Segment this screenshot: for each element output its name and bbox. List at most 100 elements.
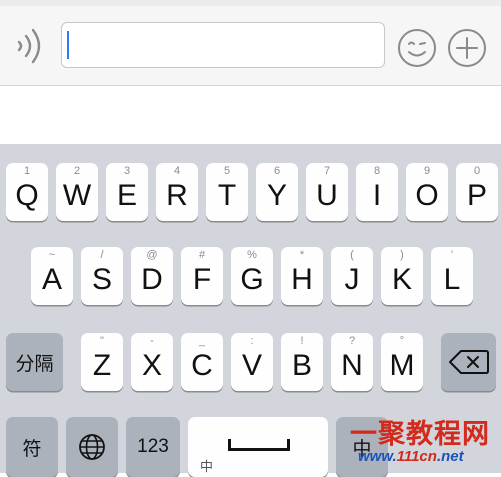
plus-circle-icon[interactable] [446,27,488,69]
key-z[interactable]: " Z [81,333,123,391]
globe-icon [79,434,105,460]
space-key[interactable]: 中 [188,417,328,477]
key-hint: ° [399,335,405,347]
key-j[interactable]: (J [331,247,373,305]
chinese-switch-key[interactable]: 中 [336,417,388,477]
key-i[interactable]: 8I [356,163,398,221]
key-g[interactable]: % G [231,247,273,305]
key-e[interactable]: 3E [106,163,148,221]
key-label: J [344,263,360,296]
key-n[interactable]: ? N [331,333,373,391]
key-label: R [166,179,188,212]
key-hint: 2 [73,165,81,177]
globe-key[interactable] [66,417,118,477]
smiley-wink-icon[interactable] [396,27,438,69]
backspace-icon [448,350,489,374]
key-u[interactable]: 7U [306,163,348,221]
key-label: O [415,179,439,212]
key-y[interactable]: 6Y [256,163,298,221]
key-label: Z [92,349,112,382]
key-hint: / [100,249,104,261]
message-input[interactable] [61,22,385,68]
key-h[interactable]: * H [281,247,323,305]
key-k[interactable]: ) K [381,247,423,305]
key-label: M [389,349,415,382]
key-label: 123 [137,436,169,457]
key-label: W [62,179,92,212]
message-area [0,86,501,144]
key-hint: 5 [223,165,231,177]
key-m[interactable]: ° M [381,333,423,391]
key-label: L [443,263,461,296]
key-label: A [41,263,62,296]
key-o[interactable]: 9O [406,163,448,221]
key-label: G [240,263,264,296]
backspace-key[interactable] [441,333,496,391]
separator-key[interactable]: 分隔 [6,333,63,391]
key-label: K [391,263,412,296]
key-hint: 9 [423,165,431,177]
key-hint: 6 [273,165,281,177]
key-label: 符 [22,438,42,460]
key-c[interactable]: _ C [181,333,223,391]
key-label: N [341,349,363,382]
key-v[interactable]: :V [231,333,273,391]
key-p[interactable]: 0P [456,163,498,221]
key-label: Q [15,179,39,212]
key-hint: 0 [473,165,481,177]
key-label: V [241,349,262,382]
key-hint: _ [198,335,206,347]
key-label: 中 [352,438,372,460]
key-a[interactable]: ~ A [31,247,73,305]
key-label: C [191,349,213,382]
key-hint: 8 [373,165,381,177]
key-label: X [141,349,162,382]
key-hint: % [247,249,257,261]
key-s[interactable]: / S [81,247,123,305]
key-hint: ~ [48,249,56,261]
keyboard: 1Q 2W 3E 4R 5T 6Y 7U 8I 9O 0P ~ A / S @ D #… [0,144,501,477]
key-label: Y [266,179,287,212]
key-label: 分隔 [15,353,54,375]
input-bar [0,0,501,86]
key-hint: 7 [323,165,331,177]
key-d[interactable]: @ D [131,247,173,305]
key-hint: 1 [23,165,31,177]
key-hint: 4 [173,165,181,177]
key-hint: ? [348,335,356,347]
key-hint: " [100,335,104,347]
key-q[interactable]: 1Q [6,163,48,221]
space-bar-icon [228,439,290,451]
key-label: B [291,349,312,382]
key-label: F [192,263,212,296]
space-sub-label: 中 [200,459,214,474]
key-label: I [372,179,382,212]
key-hint: - [150,335,154,347]
key-label: E [116,179,137,212]
key-f[interactable]: # F [181,247,223,305]
key-l[interactable]: ' L [431,247,473,305]
key-r[interactable]: 4R [156,163,198,221]
key-label: U [316,179,338,212]
text-caret [67,31,69,59]
key-hint: * [299,249,305,261]
key-label: D [141,263,163,296]
key-label: T [217,179,237,212]
key-label: P [466,179,487,212]
voice-waves-icon[interactable] [13,26,49,66]
numbers-key[interactable]: 123 [126,417,180,477]
key-w[interactable]: 2W [56,163,98,221]
key-label: H [291,263,313,296]
key-hint: ( [350,249,354,261]
key-label: S [91,263,112,296]
top-divider [0,0,501,6]
key-x[interactable]: -X [131,333,173,391]
key-hint: ' [450,249,454,261]
key-hint: @ [146,249,158,261]
key-t[interactable]: 5T [206,163,248,221]
symbol-key[interactable]: 符 [6,417,58,477]
key-hint: # [198,249,206,261]
key-hint: : [250,335,254,347]
key-hint: ! [300,335,304,347]
key-b[interactable]: ! B [281,333,323,391]
